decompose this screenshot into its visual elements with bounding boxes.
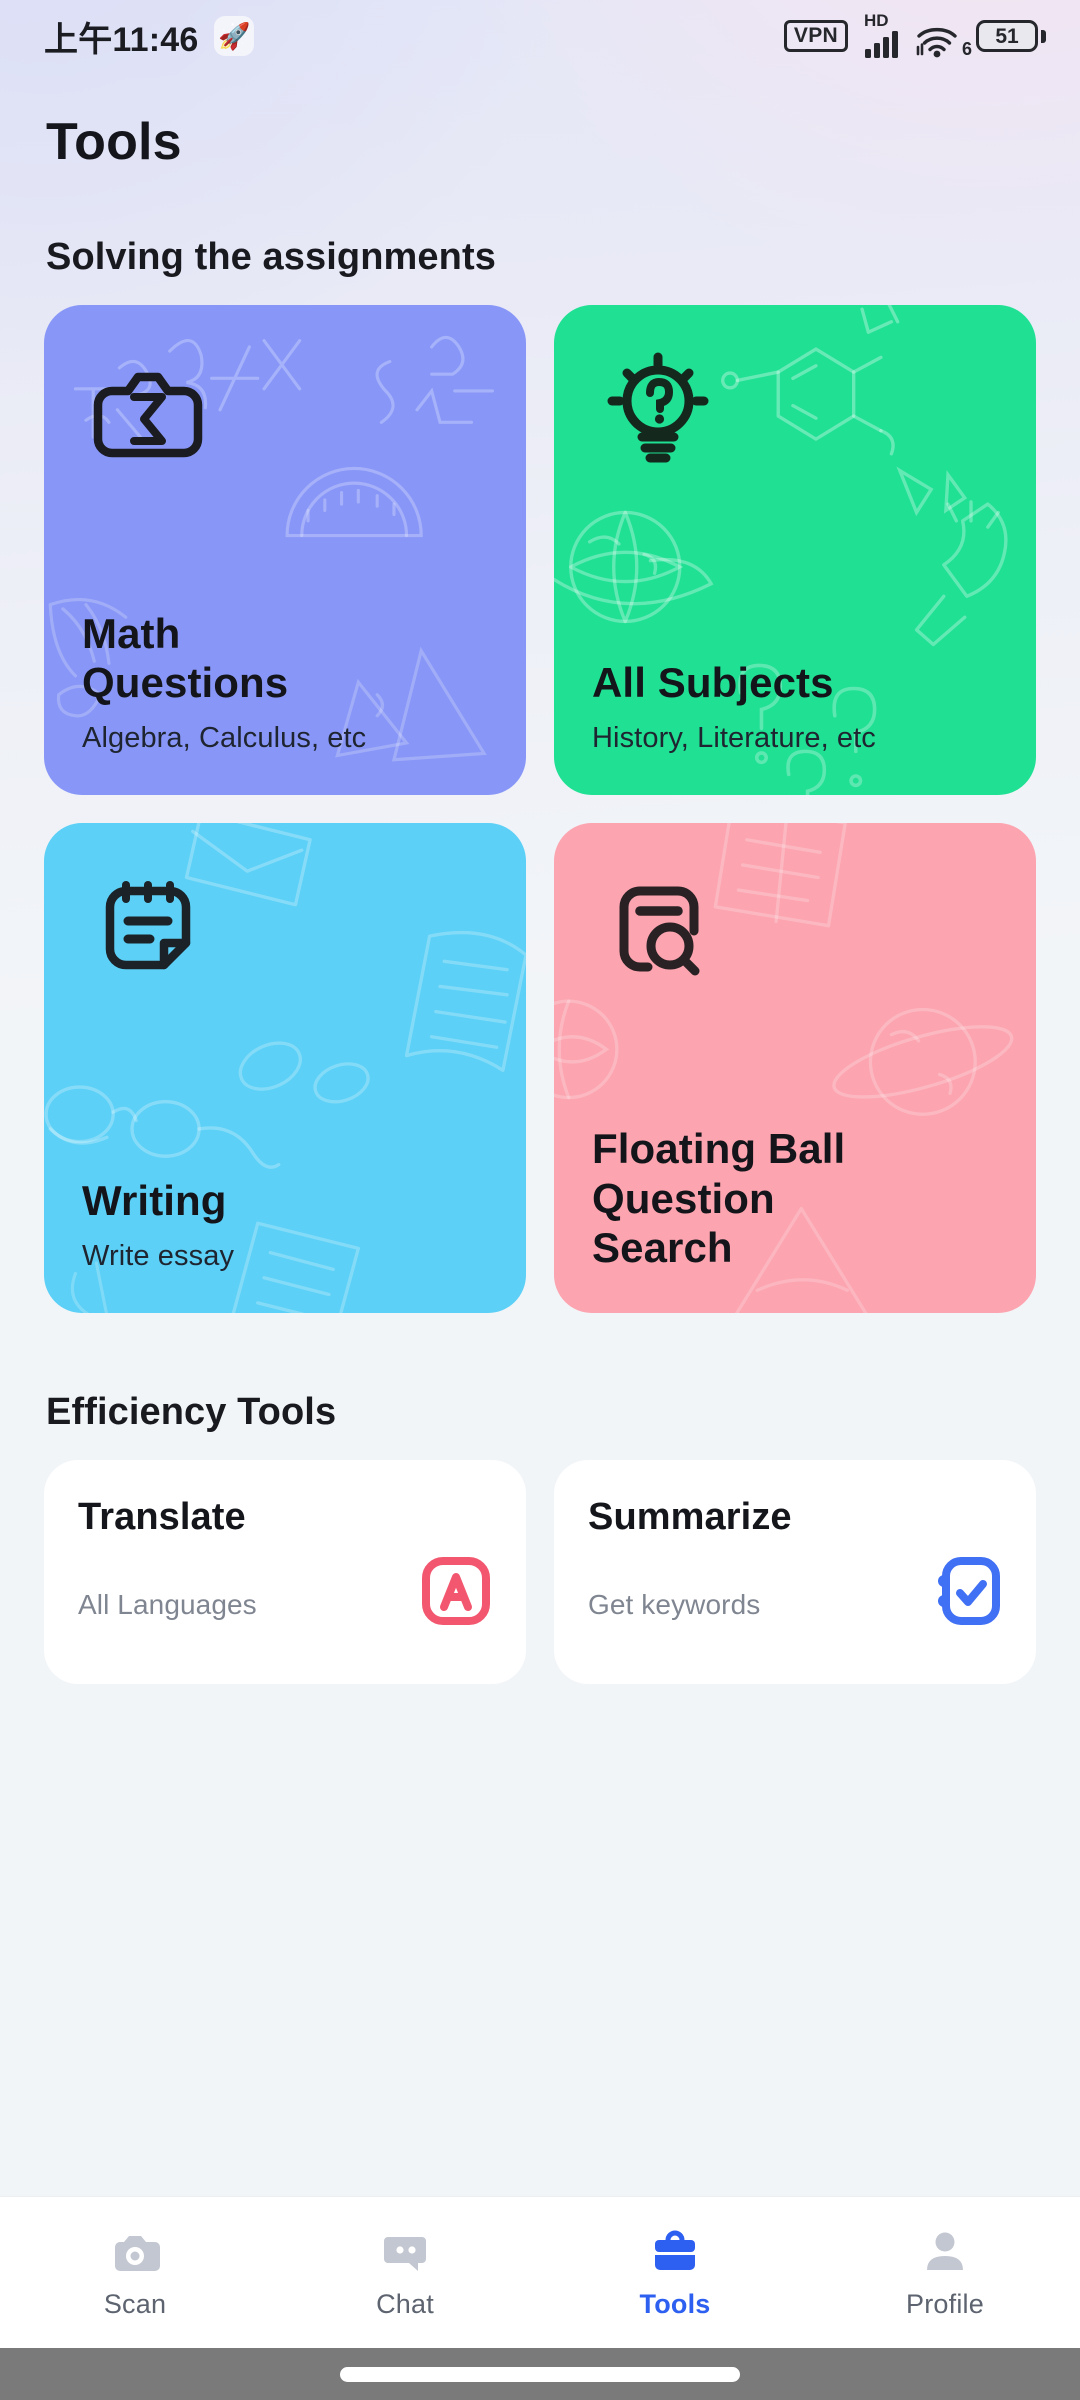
- writing-text: Writing Write essay: [82, 1176, 488, 1273]
- checklist-notebook-icon: [930, 1555, 1002, 1627]
- card-title: Math Questions: [82, 609, 289, 707]
- card-title: All Subjects: [592, 659, 834, 707]
- gesture-bar: [0, 2348, 1080, 2400]
- home-indicator[interactable]: [340, 2366, 740, 2382]
- card-subtitle: Algebra, Calculus, etc: [82, 722, 367, 754]
- battery-level: 51: [995, 24, 1019, 48]
- wifi-icon: 6: [915, 14, 972, 58]
- notepad-icon: [88, 867, 208, 987]
- efficiency-card-grid: Translate All Languages Summarize Get ke…: [0, 1460, 1080, 1684]
- status-bar: 上午11:46 🚀 VPN HD 6 51: [0, 0, 1080, 72]
- page-title: Tools: [46, 113, 182, 171]
- nav-item-chat[interactable]: Chat: [270, 2225, 540, 2320]
- wifi-generation-label: 6: [961, 39, 972, 59]
- toolbox-icon: [649, 2225, 701, 2277]
- status-time: 上午11:46: [44, 20, 199, 59]
- vpn-icon: VPN: [783, 19, 848, 53]
- chat-bubble-icon: [379, 2225, 431, 2277]
- camera-icon: [109, 2225, 161, 2277]
- card-subtitle: Get keywords: [588, 1589, 761, 1620]
- nav-item-scan[interactable]: Scan: [0, 2225, 270, 2320]
- status-bar-right: VPN HD 6 51: [783, 11, 1046, 58]
- signal-bars: [865, 31, 898, 58]
- nav-label: Chat: [376, 2289, 434, 2319]
- nav-item-tools[interactable]: Tools: [540, 2225, 810, 2320]
- nav-label: Tools: [639, 2289, 711, 2319]
- math-questions-card[interactable]: Math Questions Algebra, Calculus, etc: [44, 305, 526, 795]
- hd-label: HD: [864, 11, 889, 30]
- writing-card[interactable]: Writing Write essay: [44, 823, 526, 1313]
- tools-screen: 上午11:46 🚀 VPN HD 6 51 Tools Solving the …: [0, 0, 1080, 2400]
- person-icon: [919, 2225, 971, 2277]
- battery-icon: 51: [976, 20, 1046, 52]
- nav-item-profile[interactable]: Profile: [810, 2225, 1080, 2320]
- all-subjects-card[interactable]: All Subjects History, Literature, etc: [554, 305, 1036, 795]
- document-search-icon: [598, 867, 718, 987]
- camera-sigma-icon: [88, 349, 208, 469]
- assignment-card-grid: Math Questions Algebra, Calculus, etc Al…: [0, 305, 1080, 1313]
- math-questions-text: Math Questions Algebra, Calculus, etc: [82, 609, 488, 755]
- bottom-navigation: Scan Chat Tools Profile: [0, 2196, 1080, 2348]
- card-title: Summarize: [588, 1496, 792, 1538]
- card-title: Translate: [78, 1496, 246, 1538]
- rocket-icon: 🚀: [214, 16, 255, 56]
- all-subjects-text: All Subjects History, Literature, etc: [592, 658, 998, 755]
- card-title: Writing: [82, 1177, 227, 1225]
- floating-ball-question-search-card[interactable]: Floating Ball Question Search: [554, 823, 1036, 1313]
- card-subtitle: History, Literature, etc: [592, 722, 876, 754]
- card-subtitle: Write essay: [82, 1240, 235, 1272]
- summarize-card[interactable]: Summarize Get keywords: [554, 1460, 1036, 1684]
- floating-ball-text: Floating Ball Question Search: [592, 1124, 998, 1273]
- letter-a-box-icon: [420, 1555, 492, 1627]
- section-title-efficiency: Efficiency Tools: [46, 1391, 337, 1433]
- nav-label: Scan: [103, 2289, 167, 2319]
- section-title-assignments: Solving the assignments: [46, 236, 496, 278]
- card-title: Floating Ball Question Search: [592, 1125, 846, 1272]
- status-bar-left: 上午11:46 🚀: [44, 12, 255, 61]
- card-subtitle: All Languages: [78, 1589, 257, 1620]
- nav-label: Profile: [906, 2289, 984, 2319]
- lightbulb-question-icon: [598, 349, 718, 469]
- signal-bars-icon: HD: [864, 11, 898, 58]
- translate-card[interactable]: Translate All Languages: [44, 1460, 526, 1684]
